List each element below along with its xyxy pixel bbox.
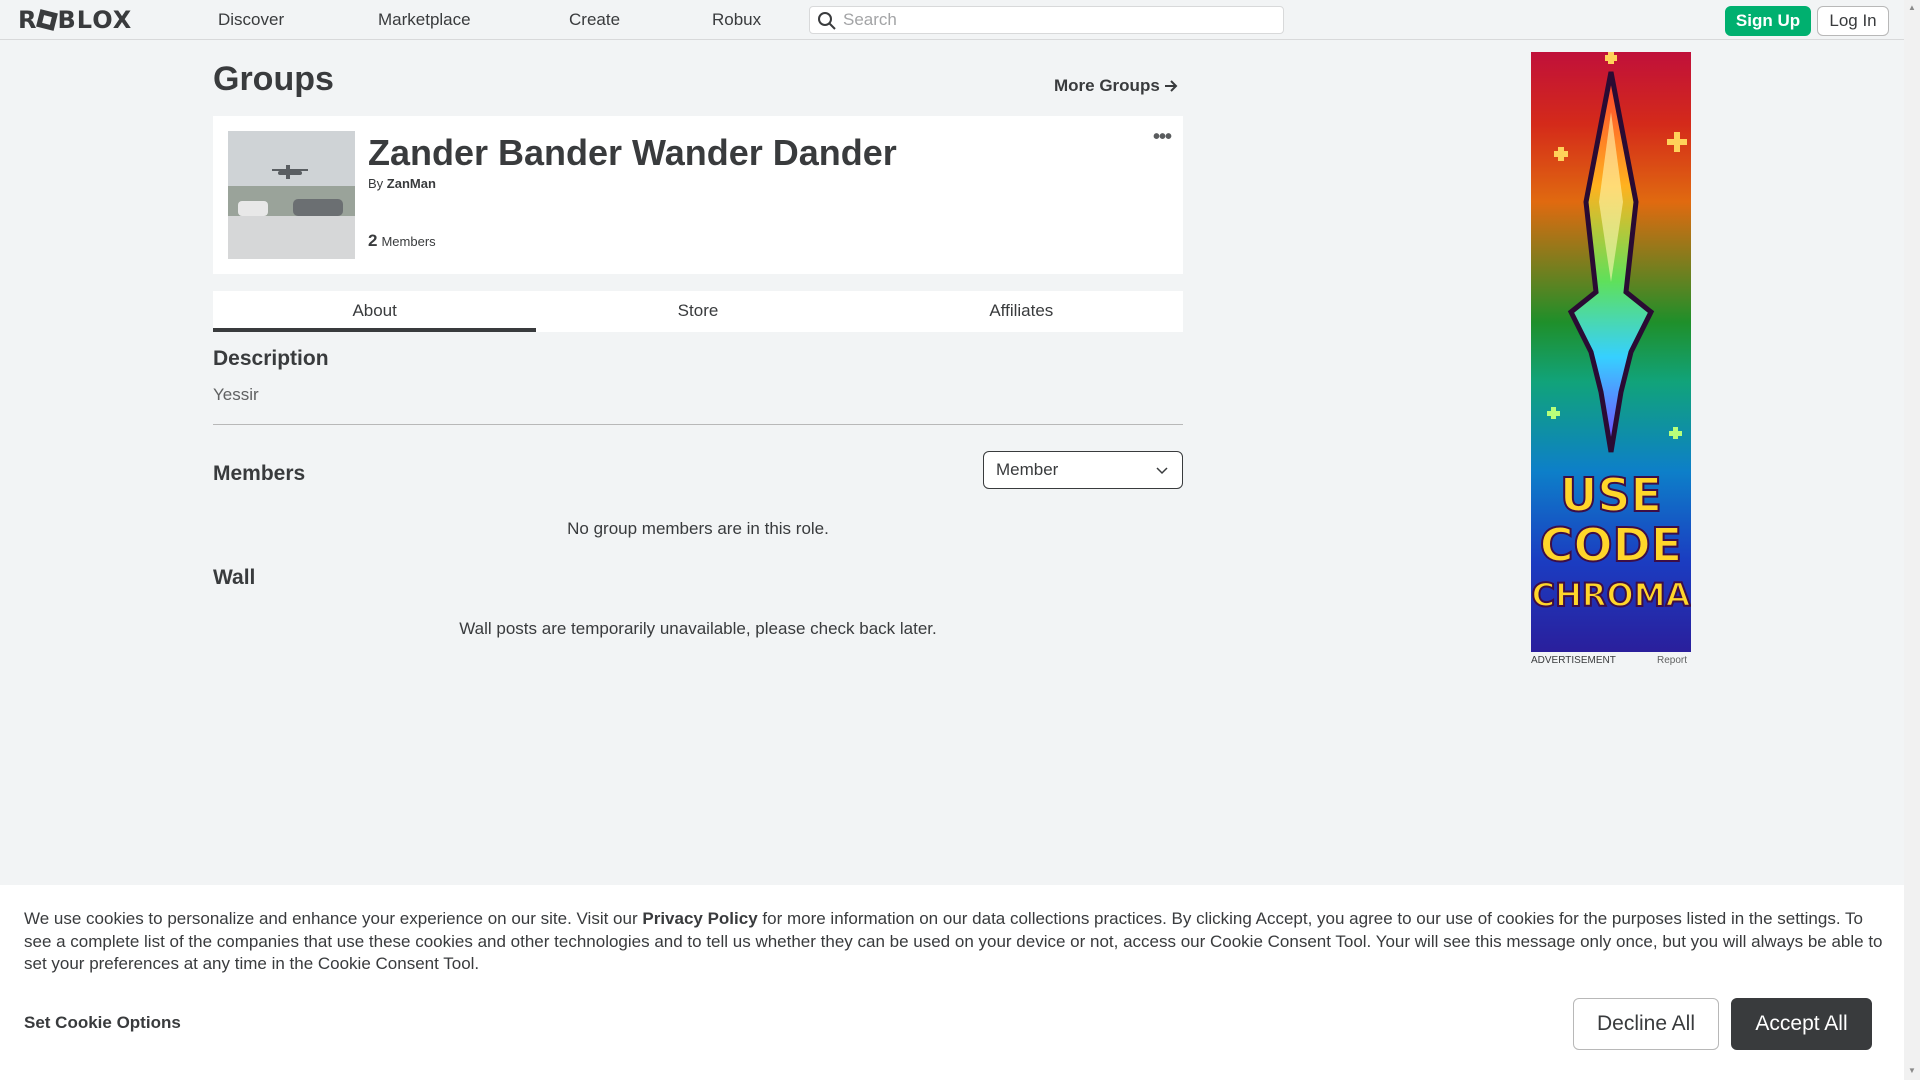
nav-marketplace[interactable]: Marketplace bbox=[378, 0, 471, 40]
by-label: By bbox=[368, 176, 384, 191]
group-header-card: Zander Bander Wander Dander By ZanMan 2M… bbox=[213, 116, 1183, 274]
ad-text-line-3: CHROMA bbox=[1531, 575, 1691, 615]
set-cookie-options-link[interactable]: Set Cookie Options bbox=[24, 1013, 181, 1033]
accept-all-button[interactable]: Accept All bbox=[1731, 998, 1872, 1050]
advertisement-label: ADVERTISEMENT bbox=[1531, 655, 1616, 666]
member-count-value: 2 bbox=[368, 231, 378, 250]
scroll-down-icon[interactable]: ▼ bbox=[1908, 1066, 1916, 1075]
role-dropdown[interactable]: Member bbox=[983, 451, 1183, 489]
scroll-up-icon[interactable]: ▲ bbox=[1908, 3, 1916, 12]
ad-text-line-1: USE bbox=[1559, 468, 1663, 522]
more-groups-label: More Groups bbox=[1054, 76, 1160, 95]
group-emblem-image bbox=[228, 131, 355, 259]
cookie-consent-banner: We use cookies to personalize and enhanc… bbox=[0, 885, 1904, 1080]
member-count: 2 Members bbox=[368, 231, 436, 251]
search-input[interactable] bbox=[843, 7, 1273, 33]
tab-about[interactable]: About bbox=[213, 291, 537, 332]
no-members-message: No group members are in this role. bbox=[567, 519, 829, 538]
sword-graphic bbox=[1547, 52, 1687, 453]
search-box[interactable] bbox=[809, 6, 1284, 34]
page-scrollbar[interactable]: ▲ ▼ bbox=[1904, 0, 1920, 1080]
privacy-policy-link[interactable]: Privacy Policy bbox=[642, 909, 757, 928]
description-text: Yessir bbox=[213, 385, 259, 404]
more-options-icon[interactable]: ••• bbox=[1153, 126, 1172, 149]
more-groups-link[interactable]: More Groups bbox=[1054, 76, 1178, 96]
section-divider bbox=[213, 424, 1183, 425]
cookie-message: We use cookies to personalize and enhanc… bbox=[24, 908, 1884, 976]
wall-unavailable-message: Wall posts are temporarily unavailable, … bbox=[459, 619, 937, 638]
chevron-down-icon bbox=[1156, 467, 1168, 475]
log-in-button[interactable]: Log In bbox=[1817, 6, 1889, 36]
search-icon bbox=[818, 12, 836, 30]
description-heading: Description bbox=[213, 347, 329, 370]
nav-discover[interactable]: Discover bbox=[218, 0, 284, 40]
tab-store[interactable]: Store bbox=[536, 291, 859, 332]
report-ad-link[interactable]: Report bbox=[1657, 655, 1687, 666]
nav-create[interactable]: Create bbox=[569, 0, 620, 40]
ad-text-line-2: CODE bbox=[1539, 518, 1683, 572]
group-tabs: About Store Affiliates bbox=[213, 291, 1183, 332]
group-name: Zander Bander Wander Dander bbox=[368, 132, 897, 173]
sign-up-button[interactable]: Sign Up bbox=[1725, 6, 1811, 36]
nav-robux[interactable]: Robux bbox=[712, 0, 761, 40]
owner-link[interactable]: ZanMan bbox=[387, 176, 436, 191]
wall-heading: Wall bbox=[213, 566, 256, 589]
cookie-text-before: We use cookies to personalize and enhanc… bbox=[24, 909, 643, 928]
decline-all-button[interactable]: Decline All bbox=[1573, 998, 1719, 1050]
page-title: Groups bbox=[213, 60, 334, 98]
group-owner-line: By ZanMan bbox=[368, 176, 436, 191]
roblox-logo[interactable]: R BLOX bbox=[18, 8, 132, 32]
members-heading: Members bbox=[213, 462, 306, 485]
role-selected-value: Member bbox=[996, 460, 1059, 479]
member-count-label: Members bbox=[381, 234, 436, 249]
advertisement-banner[interactable]: USE CODE CHROMA bbox=[1531, 52, 1691, 652]
tab-affiliates[interactable]: Affiliates bbox=[860, 291, 1183, 332]
top-navigation: R BLOX Discover Marketplace Create Robux … bbox=[0, 0, 1904, 40]
arrow-right-icon bbox=[1164, 80, 1178, 92]
